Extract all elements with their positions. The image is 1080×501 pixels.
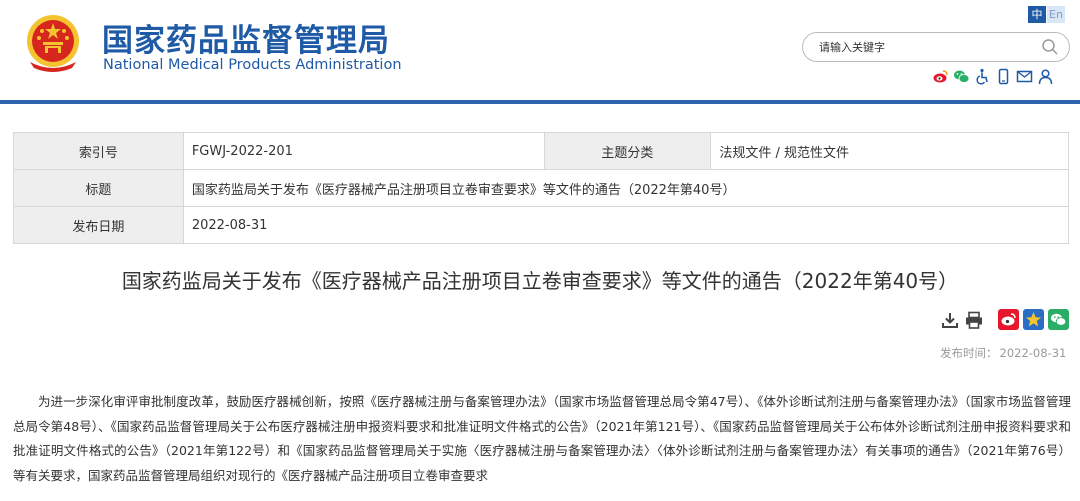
lang-zh-button[interactable]: 中 — [1028, 6, 1046, 23]
share-favorite-icon[interactable] — [1023, 309, 1044, 330]
date-label: 发布日期 — [13, 206, 184, 244]
index-value: FGWJ-2022-201 — [182, 132, 545, 170]
title-value: 国家药监局关于发布《医疗器械产品注册项目立卷审查要求》等文件的通告（2022年第… — [182, 169, 1070, 207]
user-icon[interactable] — [1037, 68, 1054, 85]
article-paragraph: 为进一步深化审评审批制度改革，鼓励医疗器械创新，按照《医疗器械注册与备案管理办法… — [13, 394, 1071, 483]
wechat-icon[interactable] — [953, 68, 970, 85]
mobile-icon[interactable] — [995, 68, 1012, 85]
site-title-en[interactable]: National Medical Products Administration — [103, 57, 402, 73]
category-label: 主题分类 — [543, 132, 712, 170]
publish-time: 发布时间： 2022-08-31 — [940, 345, 1066, 361]
search-box — [802, 32, 1070, 62]
article-actions — [940, 309, 1069, 330]
header-tools — [932, 68, 1054, 86]
mail-icon[interactable] — [1016, 68, 1033, 85]
publish-time-label: 发布时间： — [940, 346, 998, 360]
table-row: 标题 国家药监局关于发布《医疗器械产品注册项目立卷审查要求》等文件的通告（202… — [13, 169, 1070, 207]
date-value: 2022-08-31 — [182, 206, 1070, 244]
share-weibo-icon[interactable] — [998, 309, 1019, 330]
search-icon[interactable] — [1041, 38, 1059, 56]
publish-time-value: 2022-08-31 — [999, 346, 1067, 360]
table-row: 索引号 FGWJ-2022-201 主题分类 法规文件 / 规范性文件 — [13, 132, 1069, 170]
national-emblem-logo[interactable] — [22, 12, 84, 74]
title-label: 标题 — [13, 169, 184, 207]
article-body: 为进一步深化审评审批制度改革，鼓励医疗器械创新，按照《医疗器械注册与备案管理办法… — [13, 390, 1071, 488]
header-divider — [0, 100, 1080, 104]
lang-en-button[interactable]: En — [1047, 6, 1065, 23]
weibo-icon[interactable] — [932, 68, 949, 85]
table-row: 发布日期 2022-08-31 — [13, 206, 1070, 244]
print-icon[interactable] — [964, 310, 984, 330]
site-header: 国家药品监督管理局 National Medical Products Admi… — [0, 0, 1080, 100]
share-wechat-icon[interactable] — [1048, 309, 1069, 330]
article-title: 国家药监局关于发布《医疗器械产品注册项目立卷审查要求》等文件的通告（2022年第… — [121, 269, 959, 293]
index-label: 索引号 — [13, 132, 184, 170]
document-info-table: 索引号 FGWJ-2022-201 主题分类 法规文件 / 规范性文件 标题 国… — [13, 132, 1070, 244]
search-input[interactable] — [819, 38, 1039, 56]
category-value: 法规文件 / 规范性文件 — [710, 132, 1069, 170]
site-title-cn[interactable]: 国家药品监督管理局 — [102, 15, 390, 60]
accessibility-icon[interactable] — [974, 68, 991, 85]
download-icon[interactable] — [940, 310, 960, 330]
